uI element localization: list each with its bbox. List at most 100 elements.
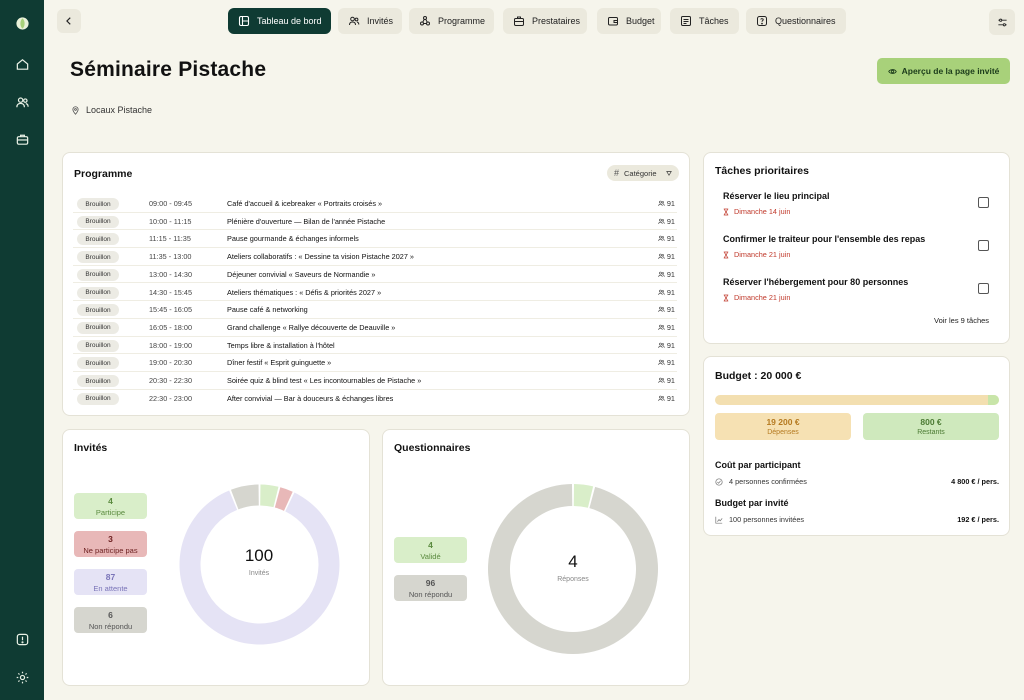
questionnaires-title: Questionnaires — [394, 442, 471, 454]
session-participants: 91 — [658, 341, 675, 350]
cost-per-participant-value: 4 800 € / pers. — [951, 477, 999, 486]
session-time: 16:05 - 18:00 — [149, 322, 193, 332]
programme-row[interactable]: Brouillon 18:00 - 19:00 Temps libre & inst… — [73, 337, 677, 355]
programme-row[interactable]: Brouillon 13:00 - 14:30 Déjeuner convivial… — [73, 266, 677, 284]
tab-providers[interactable]: Prestataires — [503, 8, 587, 34]
participant-count: 91 — [666, 269, 675, 279]
home-icon[interactable] — [11, 53, 33, 75]
programme-row[interactable]: Brouillon 19:00 - 20:30 Dîner festif « Esp… — [73, 354, 677, 372]
status-badge: Brouillon — [77, 215, 119, 228]
programme-row[interactable]: Brouillon 11:15 - 11:35 Pause gourmande & … — [73, 230, 677, 249]
tab-label: Tableau de bord — [257, 16, 322, 26]
triangle-down-icon — [665, 171, 672, 176]
users-icon — [349, 16, 360, 26]
see-all-tasks-link[interactable]: Voir les 9 tâches — [934, 316, 989, 325]
task-item[interactable]: Réserver l'hébergement pour 80 personnes… — [723, 277, 993, 302]
tab-dashboard[interactable]: Tableau de bord — [228, 8, 331, 34]
filters-button[interactable] — [989, 9, 1015, 35]
task-title: Réserver l'hébergement pour 80 personnes — [723, 277, 909, 287]
back-button[interactable] — [57, 9, 81, 33]
task-checkbox[interactable] — [978, 283, 989, 294]
users-icon — [658, 253, 665, 260]
tab-guests[interactable]: Invités — [338, 8, 402, 34]
session-name: Grand challenge « Rallye découverte de D… — [227, 322, 396, 332]
users-icon — [658, 236, 665, 242]
legend-value: 96 — [425, 577, 436, 588]
users-icon — [658, 360, 665, 366]
program-icon — [420, 16, 430, 26]
tab-budget[interactable]: Budget — [597, 8, 661, 34]
hourglass-icon — [723, 294, 729, 301]
preview-label: Aperçu de la page invité — [901, 66, 1000, 76]
task-checkbox[interactable] — [978, 197, 989, 208]
task-title: Réserver le lieu principal — [723, 191, 830, 201]
participant-count: 91 — [666, 305, 675, 315]
budget-progress-bar — [715, 395, 999, 405]
category-filter[interactable]: # Catégorie — [607, 165, 679, 181]
briefcase-icon[interactable] — [11, 128, 33, 150]
legend-item: 96 Non répondu — [394, 575, 467, 601]
participant-count: 91 — [666, 376, 675, 385]
session-time: 22:30 - 23:00 — [149, 393, 193, 403]
legend-value: 87 — [105, 571, 116, 582]
users-icon — [658, 324, 665, 330]
chart-icon — [715, 516, 723, 524]
users-icon[interactable] — [11, 91, 33, 113]
session-time: 11:35 - 13:00 — [149, 252, 192, 262]
spent-value: 19 200 € — [766, 417, 800, 427]
tasks-icon — [681, 16, 691, 26]
status-badge: Brouillon — [77, 198, 119, 210]
users-icon — [658, 200, 665, 206]
programme-row[interactable]: Brouillon 22:30 - 23:00 After convivial — … — [73, 390, 677, 408]
status-badge: Brouillon — [77, 251, 119, 264]
cost-per-participant-desc: 4 personnes confirmées — [729, 477, 807, 486]
session-time: 19:00 - 20:30 — [149, 358, 193, 368]
legend-label: Non répondu — [408, 589, 453, 599]
session-name: Plénière d'ouverture — Bilan de l'année … — [227, 216, 386, 226]
programme-row[interactable]: Brouillon 20:30 - 22:30 Soirée quiz & blin… — [73, 372, 677, 390]
session-name: Ateliers thématiques : « Défis & priorit… — [227, 287, 382, 297]
gear-icon[interactable] — [11, 666, 33, 688]
session-time: 09:00 - 09:45 — [149, 199, 193, 208]
programme-row[interactable]: Brouillon 11:35 - 13:00 Ateliers collabora… — [73, 248, 677, 266]
participant-count: 91 — [666, 216, 675, 226]
task-item[interactable]: Confirmer le traiteur pour l'ensemble de… — [723, 234, 993, 259]
remaining-label: Restants — [917, 429, 945, 436]
briefcase-icon — [514, 16, 524, 26]
budget-per-guest-desc: 100 personnes invitées — [729, 515, 805, 524]
session-participants: 91 — [658, 288, 675, 297]
app-logo-icon[interactable] — [11, 12, 33, 34]
hourglass-icon — [723, 251, 729, 258]
session-name: Pause café & networking — [227, 305, 308, 315]
cost-per-participant-row: 4 personnes confirmées 4 800 € / pers. — [715, 477, 999, 486]
programme-row[interactable]: Brouillon 16:05 - 18:00 Grand challenge « … — [73, 319, 677, 337]
participant-count: 91 — [666, 199, 675, 208]
legend-label: Non répondu — [88, 621, 133, 631]
legend-item: 4 Participe — [74, 493, 147, 519]
session-participants: 91 — [658, 305, 675, 314]
programme-row[interactable]: Brouillon 09:00 - 09:45 Café d'accueil & i… — [73, 195, 677, 213]
help-icon[interactable] — [11, 628, 33, 650]
event-location: Locaux Pistache — [71, 105, 152, 115]
tasks-card: Tâches prioritaires Réserver le lieu pri… — [703, 152, 1010, 344]
guests-donut-center: 100 Invités — [219, 546, 299, 577]
tab-label: Budget — [626, 16, 655, 26]
tab-tasks[interactable]: Tâches — [670, 8, 739, 34]
task-item[interactable]: Réserver le lieu principal Dimanche 14 ju… — [723, 191, 993, 216]
session-time: 11:15 - 11:35 — [149, 234, 191, 244]
programme-row[interactable]: Brouillon 15:45 - 16:05 Pause café & netwo… — [73, 301, 677, 319]
session-participants: 91 — [658, 376, 675, 385]
task-checkbox[interactable] — [978, 240, 989, 251]
session-participants: 91 — [658, 394, 675, 403]
tab-programme[interactable]: Programme — [409, 8, 494, 34]
task-date-text: Dimanche 14 juin — [734, 207, 791, 216]
guest-page-preview-button[interactable]: Aperçu de la page invité — [877, 58, 1010, 84]
legend-label: En attente — [93, 583, 128, 593]
guests-total-label: Invités — [248, 570, 270, 577]
programme-row[interactable]: Brouillon 10:00 - 11:15 Plénière d'ouvertu… — [73, 213, 677, 231]
programme-row[interactable]: Brouillon 14:30 - 15:45 Ateliers thématiqu… — [73, 284, 677, 302]
session-time: 14:30 - 15:45 — [149, 287, 193, 297]
tab-questionnaires[interactable]: Questionnaires — [746, 8, 846, 34]
session-name: Soirée quiz & blind test « Les incontour… — [227, 376, 422, 385]
cost-per-participant-title: Coût par participant — [715, 460, 801, 470]
